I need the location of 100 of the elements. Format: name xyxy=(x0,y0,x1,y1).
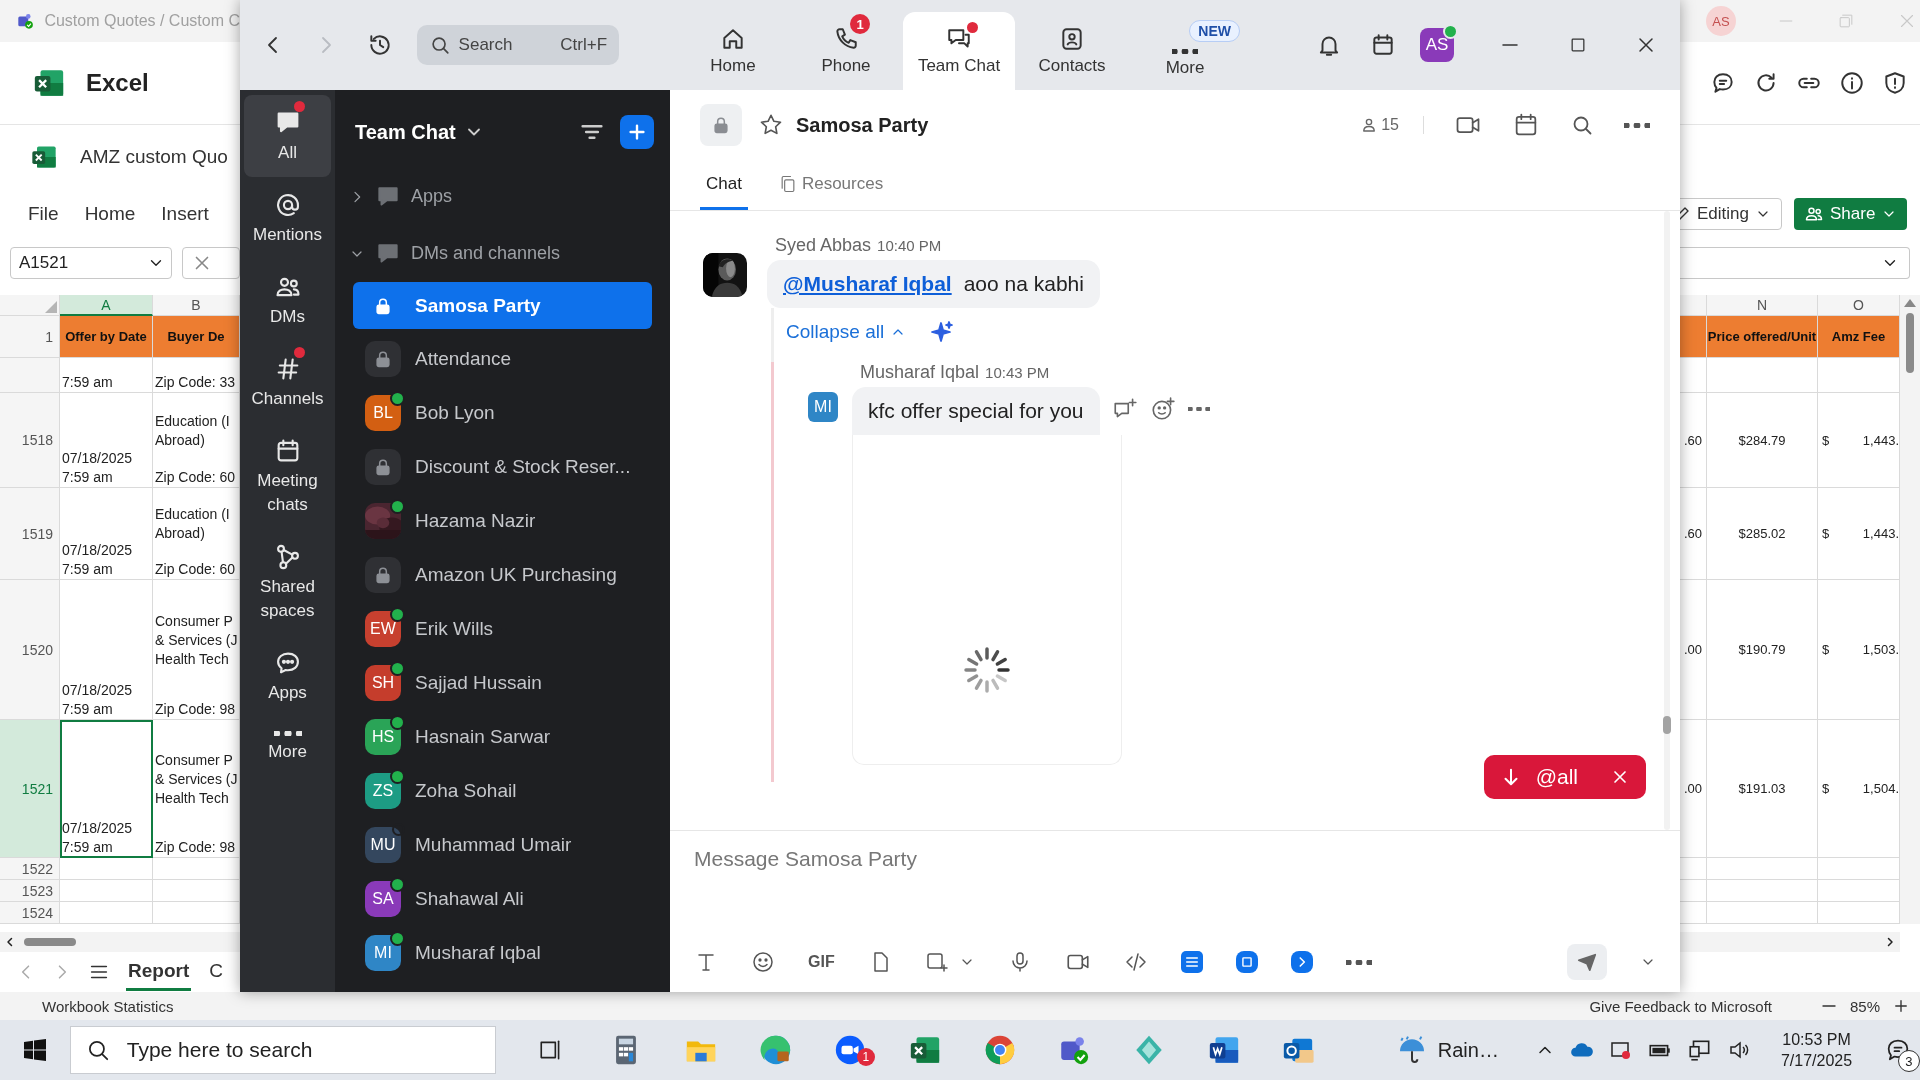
table-cell[interactable] xyxy=(60,880,153,902)
clock[interactable]: 10:53 PM 7/17/2025 xyxy=(1780,1029,1853,1071)
row-header[interactable]: 1523 xyxy=(0,880,60,902)
new-chat-button[interactable] xyxy=(620,115,654,149)
menu-tab[interactable]: Home xyxy=(84,203,136,225)
row-header[interactable]: 1522 xyxy=(0,858,60,880)
zoom-level[interactable]: 85% xyxy=(1849,997,1880,1015)
status-text[interactable]: Workbook Statistics xyxy=(42,997,174,1015)
section-header[interactable]: DMs and channels xyxy=(349,240,561,267)
more-icon[interactable] xyxy=(1345,959,1372,965)
zoom-in-icon[interactable] xyxy=(1892,997,1910,1015)
row-header[interactable]: 1 xyxy=(0,316,60,358)
nav-tab[interactable]: Contacts xyxy=(1016,12,1128,90)
feedback-link[interactable]: Give Feedback to Microsoft xyxy=(1589,997,1772,1015)
message-field[interactable]: Message Samosa Party xyxy=(694,831,1656,871)
mention-alert-button[interactable]: @all xyxy=(1483,755,1646,799)
cell-text: 1,503. xyxy=(1862,642,1899,657)
chat-item[interactable]: Discount & Stock Reser... xyxy=(335,440,670,494)
row-header[interactable]: 1521 xyxy=(0,720,60,858)
code-icon[interactable] xyxy=(1123,950,1148,974)
send-button[interactable] xyxy=(1567,944,1607,980)
collapse-link[interactable]: Collapse all xyxy=(786,321,907,343)
comment-icon[interactable] xyxy=(1710,70,1736,96)
clips-app-button[interactable] xyxy=(1290,951,1313,973)
column-header[interactable]: N xyxy=(1707,295,1818,316)
nav-tab[interactable]: More xyxy=(1129,42,1241,90)
row-header[interactable]: 1519 xyxy=(0,488,60,580)
notification-button[interactable]: 3 xyxy=(1876,1028,1920,1072)
menu-tab[interactable]: File xyxy=(28,203,59,225)
panel-title[interactable]: Team Chat xyxy=(355,120,456,144)
file-name[interactable]: AMZ custom Quo xyxy=(80,146,228,168)
sheet-tab[interactable]: C xyxy=(207,953,225,991)
sidebar-item[interactable]: Apps xyxy=(244,635,331,717)
send-icon xyxy=(1576,951,1598,973)
search-field[interactable]: Search Ctrl+F xyxy=(416,25,619,65)
screenshot-icon[interactable] xyxy=(924,950,949,974)
section-header[interactable]: Apps xyxy=(349,183,453,210)
menu-tab[interactable]: Insert xyxy=(161,203,209,225)
emoji-icon[interactable] xyxy=(751,950,775,974)
row-header[interactable]: 1518 xyxy=(0,393,60,488)
name-box[interactable]: A1521 xyxy=(10,247,173,279)
table-cell[interactable] xyxy=(1707,358,1818,393)
user-avatar[interactable]: AS xyxy=(1420,28,1454,62)
chat-item[interactable]: Samosa Party xyxy=(353,282,652,329)
row-header[interactable]: 1524 xyxy=(0,902,60,924)
sidebar-item[interactable]: Meeting chats xyxy=(244,423,331,529)
scrollbar-thumb[interactable] xyxy=(24,938,76,946)
nav-tab[interactable]: Phone 1 xyxy=(790,12,902,90)
sidebar-item[interactable]: All xyxy=(244,95,331,177)
chat-item[interactable]: SH Sajjad Hussain xyxy=(335,656,670,710)
tab[interactable]: Resources xyxy=(771,160,890,210)
chat-item[interactable]: SA Shahawal Ali xyxy=(335,872,670,926)
gif-button[interactable]: GIF xyxy=(808,953,835,971)
scrollbar-thumb[interactable] xyxy=(1906,313,1914,373)
column-header[interactable]: B xyxy=(153,295,240,316)
globe-browser-icon[interactable] xyxy=(758,1033,793,1067)
sidebar-item[interactable]: More xyxy=(244,717,331,776)
search-field[interactable]: Type here to search xyxy=(69,1026,497,1074)
scroll-up-icon[interactable] xyxy=(1904,299,1916,307)
tab[interactable]: Chat xyxy=(700,160,748,210)
sparkle-icon[interactable] xyxy=(930,320,955,344)
share-button[interactable]: Share xyxy=(1794,198,1908,230)
vertical-scrollbar[interactable] xyxy=(1664,211,1670,830)
more-icon[interactable] xyxy=(1624,122,1650,128)
shield-icon[interactable] xyxy=(1882,70,1908,96)
chat-item[interactable]: EW Erik Wills xyxy=(335,602,670,656)
nav-tab[interactable]: Home xyxy=(677,12,789,90)
sidebar-item[interactable]: Shared spaces xyxy=(244,529,331,635)
calendar-icon[interactable] xyxy=(1370,32,1396,58)
cell-text: 07/18/2025 xyxy=(62,449,134,468)
weather-text[interactable]: Rain… xyxy=(1437,1038,1499,1062)
nav-tab[interactable]: Team Chat xyxy=(903,12,1015,90)
chat-item[interactable]: MI Musharaf Iqbal xyxy=(335,926,670,980)
chat-item[interactable]: Hazama Nazir xyxy=(335,494,670,548)
sidebar-item[interactable]: Mentions xyxy=(244,177,331,259)
chat-name: Erik Wills xyxy=(415,618,494,640)
document-app-button[interactable] xyxy=(1180,951,1203,973)
column-header[interactable]: A xyxy=(60,295,153,316)
sidebar-item[interactable]: DMs xyxy=(244,259,331,341)
table-cell[interactable] xyxy=(1707,858,1818,880)
info-icon[interactable] xyxy=(1839,70,1865,96)
more-icon[interactable] xyxy=(1187,407,1210,411)
mention-link[interactable]: @Musharaf Iqbal xyxy=(783,272,952,296)
table-cell[interactable] xyxy=(60,902,153,924)
chat-item[interactable]: Attendance xyxy=(335,332,670,386)
start-icon[interactable] xyxy=(22,1038,47,1062)
chat-item[interactable]: HS Hasnain Sarwar xyxy=(335,710,670,764)
table-cell[interactable] xyxy=(1707,880,1818,902)
row-header[interactable]: 1520 xyxy=(0,580,60,720)
chat-item[interactable]: Amazon UK Purchasing xyxy=(335,548,670,602)
vertical-scrollbar[interactable] xyxy=(1900,295,1920,924)
column-header[interactable]: O xyxy=(1818,295,1900,316)
chat-item[interactable]: BL Bob Lyon xyxy=(335,386,670,440)
whiteboard-app-button[interactable] xyxy=(1235,951,1258,973)
table-cell[interactable] xyxy=(1707,902,1818,924)
chat-item[interactable]: ZS Zoha Sohail xyxy=(335,764,670,818)
member-count[interactable]: 15 xyxy=(1360,116,1424,134)
table-cell[interactable] xyxy=(60,858,153,880)
chat-item[interactable]: MU Muhammad Umair xyxy=(335,818,670,872)
sidebar-item[interactable]: Channels xyxy=(244,341,331,423)
